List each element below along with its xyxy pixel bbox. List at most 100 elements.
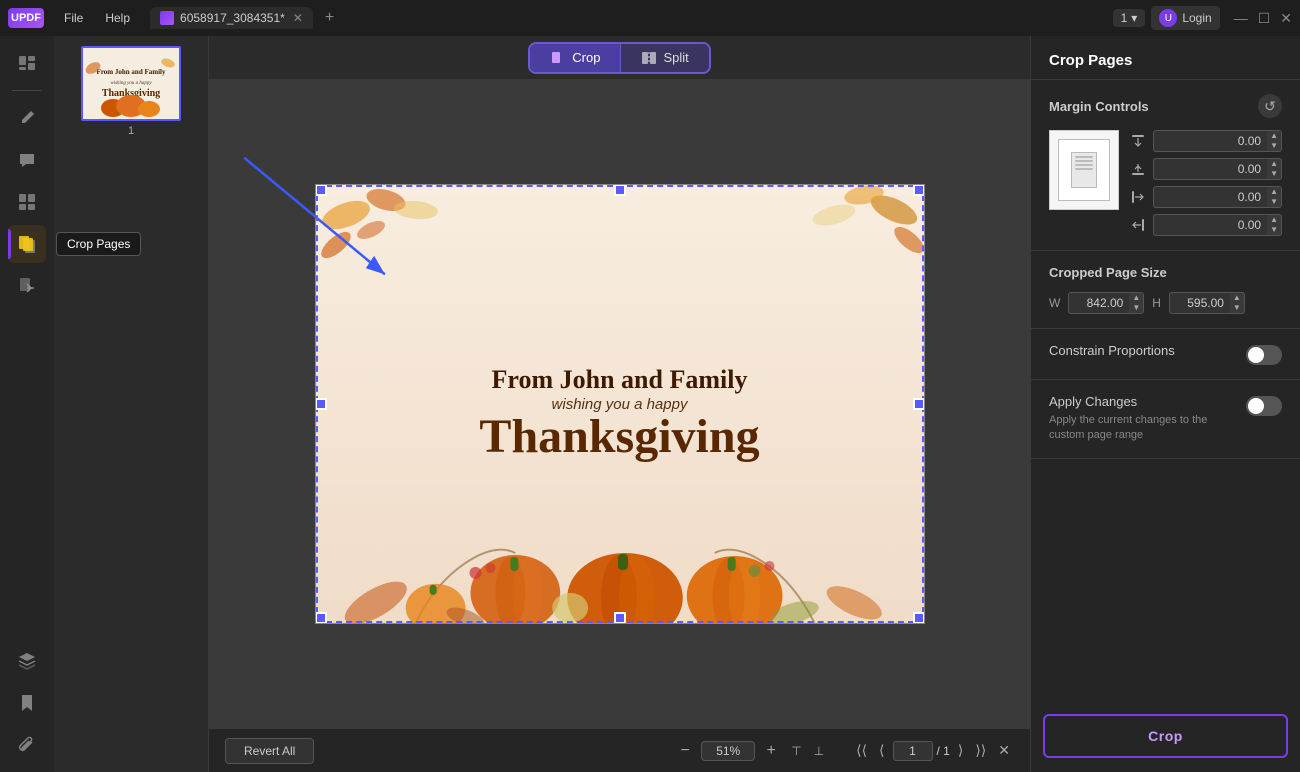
crop-tab-button[interactable]: Crop bbox=[530, 44, 620, 72]
document-tab[interactable]: 6058917_3084351* ✕ bbox=[150, 7, 313, 29]
zoom-fit-width-button[interactable]: ⊤ bbox=[787, 742, 805, 760]
crop-pages-icon bbox=[16, 233, 38, 255]
view-icon bbox=[17, 53, 37, 73]
margin-controls-header: Margin Controls ↺ bbox=[1049, 94, 1282, 118]
zoom-in-button[interactable]: + bbox=[759, 739, 783, 763]
split-tab-button[interactable]: Split bbox=[620, 44, 708, 72]
canvas-area: Crop Split bbox=[209, 36, 1030, 772]
margin-left-spinners: ▲ ▼ bbox=[1267, 187, 1281, 207]
margin-left-down[interactable]: ▼ bbox=[1267, 197, 1281, 207]
page-indicator[interactable]: 1 ▾ bbox=[1113, 9, 1146, 27]
active-indicator bbox=[8, 229, 11, 259]
current-page-input[interactable] bbox=[893, 741, 933, 761]
width-up[interactable]: ▲ bbox=[1129, 293, 1143, 303]
page-prev-button[interactable]: ⟨ bbox=[875, 740, 888, 761]
margin-left-input[interactable] bbox=[1154, 187, 1267, 207]
sidebar-item-extract[interactable] bbox=[8, 267, 46, 305]
height-up[interactable]: ▲ bbox=[1230, 293, 1244, 303]
height-input[interactable] bbox=[1170, 293, 1230, 313]
sidebar-item-view[interactable] bbox=[8, 44, 46, 82]
bottom-toolbar: Revert All − 51% 25% 50% 75% 100% + ⊤ ⊥ … bbox=[209, 728, 1030, 772]
sidebar-item-organize[interactable] bbox=[8, 183, 46, 221]
app-logo: UPDF bbox=[8, 8, 44, 28]
preview-line-1 bbox=[1075, 156, 1093, 158]
sidebar-bottom bbox=[8, 642, 46, 764]
margin-top-up[interactable]: ▲ bbox=[1267, 131, 1281, 141]
margin-right-down[interactable]: ▼ bbox=[1267, 225, 1281, 235]
margin-left-icon bbox=[1129, 188, 1147, 206]
margin-bottom-spinners: ▲ ▼ bbox=[1267, 159, 1281, 179]
apply-changes-toggle[interactable] bbox=[1246, 396, 1282, 416]
sidebar: Crop Pages bbox=[0, 36, 54, 772]
sidebar-item-attachment[interactable] bbox=[8, 726, 46, 764]
margin-right-input-group: ▲ ▼ bbox=[1153, 214, 1282, 236]
sidebar-item-crop[interactable]: Crop Pages bbox=[8, 225, 46, 263]
constrain-toggle[interactable] bbox=[1246, 345, 1282, 365]
page-next-button[interactable]: ⟩ bbox=[954, 740, 967, 761]
margin-left-input-group: ▲ ▼ bbox=[1153, 186, 1282, 208]
zoom-out-button[interactable]: − bbox=[673, 739, 697, 763]
constrain-toggle-row: Constrain Proportions bbox=[1049, 343, 1282, 365]
margin-right-input[interactable] bbox=[1154, 215, 1267, 235]
cropped-size-label: Cropped Page Size bbox=[1049, 265, 1167, 280]
crop-apply-button[interactable]: Crop bbox=[1043, 714, 1288, 758]
height-down[interactable]: ▼ bbox=[1230, 303, 1244, 313]
canvas-content: From John and Family wishing you a happy… bbox=[209, 80, 1030, 728]
page-from-title: From John and Family bbox=[492, 364, 748, 395]
add-tab-button[interactable]: + bbox=[319, 9, 340, 27]
sidebar-item-bookmark[interactable] bbox=[8, 684, 46, 722]
margin-right-up[interactable]: ▲ bbox=[1267, 215, 1281, 225]
menu-file[interactable]: File bbox=[54, 8, 93, 28]
reset-margin-button[interactable]: ↺ bbox=[1258, 94, 1282, 118]
organize-icon bbox=[17, 192, 37, 212]
sidebar-item-layers[interactable] bbox=[8, 642, 46, 680]
zoom-fit-page-button[interactable]: ⊥ bbox=[810, 742, 828, 760]
tab-close-icon[interactable]: ✕ bbox=[293, 11, 303, 25]
edit-icon bbox=[17, 108, 37, 128]
tab-document-icon bbox=[160, 11, 174, 25]
margin-bottom-down[interactable]: ▼ bbox=[1267, 169, 1281, 179]
page-text-content: From John and Family wishing you a happy… bbox=[316, 185, 924, 623]
margin-top-spinners: ▲ ▼ bbox=[1267, 131, 1281, 151]
right-panel-title: Crop Pages bbox=[1031, 36, 1300, 80]
margin-left-up[interactable]: ▲ bbox=[1267, 187, 1281, 197]
apply-changes-desc: Apply the current changes to the custom … bbox=[1049, 413, 1236, 444]
toolbar-crop-split-group: Crop Split bbox=[528, 42, 710, 74]
page-last-button[interactable]: ⟩⟩ bbox=[971, 740, 990, 761]
pdf-page: From John and Family wishing you a happy… bbox=[315, 184, 925, 624]
login-button[interactable]: U Login bbox=[1151, 6, 1219, 30]
apply-changes-label: Apply Changes bbox=[1049, 394, 1236, 409]
width-down[interactable]: ▼ bbox=[1129, 303, 1143, 313]
close-window-button[interactable]: ✕ bbox=[1280, 10, 1292, 27]
minimize-button[interactable]: — bbox=[1234, 10, 1248, 27]
page-indicator-caret-icon: ▾ bbox=[1131, 11, 1137, 25]
extract-icon bbox=[17, 276, 37, 296]
margin-top-row: ▲ ▼ bbox=[1129, 130, 1282, 152]
constrain-toggle-thumb bbox=[1248, 347, 1264, 363]
thumbnail-page-1[interactable]: From John and Family wishing you a happy… bbox=[81, 46, 181, 137]
revert-all-button[interactable]: Revert All bbox=[225, 738, 314, 764]
margin-bottom-input[interactable] bbox=[1154, 159, 1267, 179]
margin-top-down[interactable]: ▼ bbox=[1267, 141, 1281, 151]
margin-right-row: ▲ ▼ bbox=[1129, 214, 1282, 236]
sidebar-item-comment[interactable] bbox=[8, 141, 46, 179]
margin-bottom-up[interactable]: ▲ bbox=[1267, 159, 1281, 169]
right-margin-icon bbox=[1131, 218, 1145, 232]
cropped-size-title: Cropped Page Size bbox=[1049, 265, 1282, 280]
maximize-button[interactable]: ☐ bbox=[1258, 10, 1271, 27]
split-icon bbox=[641, 50, 657, 66]
margin-top-input[interactable] bbox=[1154, 131, 1267, 151]
margin-bottom-input-group: ▲ ▼ bbox=[1153, 158, 1282, 180]
sidebar-item-edit[interactable] bbox=[8, 99, 46, 137]
bottom-margin-icon bbox=[1131, 162, 1145, 176]
zoom-select[interactable]: 51% 25% 50% 75% 100% bbox=[701, 741, 755, 761]
margin-left-row: ▲ ▼ bbox=[1129, 186, 1282, 208]
width-input[interactable] bbox=[1069, 293, 1129, 313]
close-page-view-button[interactable]: ✕ bbox=[994, 740, 1014, 761]
page-navigation: / 1 bbox=[893, 741, 950, 761]
page-separator: / 1 bbox=[937, 744, 950, 758]
menu-help[interactable]: Help bbox=[95, 8, 140, 28]
page-first-button[interactable]: ⟨⟨ bbox=[852, 740, 871, 761]
comment-icon bbox=[17, 150, 37, 170]
sidebar-divider-1 bbox=[12, 90, 42, 91]
